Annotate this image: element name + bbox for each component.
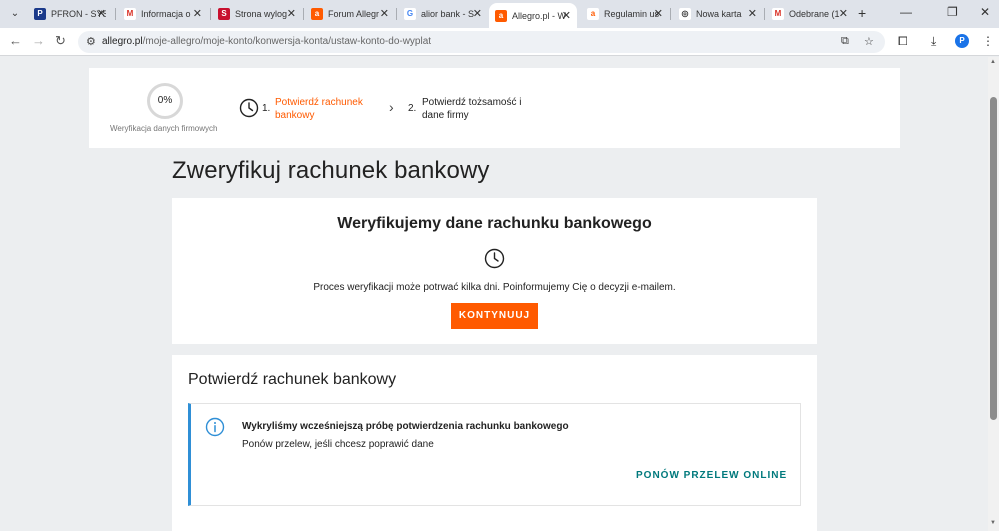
close-icon[interactable]: ✕: [562, 9, 571, 22]
progress-ring: 0%: [147, 83, 183, 119]
step-2-number: 2.: [408, 103, 417, 114]
tab-forum-allegro[interactable]: a Forum Allegr ✕: [305, 3, 395, 25]
step-2-label: Potwierdź tożsamość i dane firmy: [422, 97, 522, 121]
progress-label: Weryfikacja danych firmowych: [110, 124, 218, 133]
info-alert: Wykryliśmy wcześniejszą próbę potwierdze…: [188, 403, 801, 506]
verification-description: Proces weryfikacji może potrwać kilka dn…: [313, 282, 676, 293]
page-scrollbar[interactable]: ▲ ▼: [988, 57, 999, 531]
tab-regulamin[interactable]: a Regulamin us ✕: [581, 3, 669, 25]
page-content: 0% Weryfikacja danych firmowych 1. Potwi…: [0, 57, 988, 531]
verification-heading: Weryfikujemy dane rachunku bankowego: [337, 215, 652, 232]
window-close-icon[interactable]: ✕: [980, 5, 990, 19]
close-icon[interactable]: ✕: [748, 7, 757, 20]
step-1-label: Potwierdź rachunek bankowy: [275, 97, 363, 121]
google-icon: G: [404, 8, 416, 20]
close-icon[interactable]: ✕: [839, 7, 848, 20]
step-1-number: 1.: [262, 103, 271, 114]
extensions-puzzle-icon[interactable]: ⧠: [898, 34, 908, 49]
reload-icon[interactable]: ↻: [55, 33, 66, 49]
chevron-right-icon: ›: [389, 99, 394, 115]
restore-icon[interactable]: ❐: [947, 5, 958, 19]
new-tab-plus-icon[interactable]: +: [858, 5, 866, 21]
tab-gmail-odebrane[interactable]: M Odebrane (1 ✕: [766, 3, 854, 25]
tab-strip: ⌄ P PFRON - SYS ✕ M Informacja o ✕ S Str…: [0, 0, 999, 28]
url-text[interactable]: allegro.pl/moje-allegro/moje-konto/konwe…: [102, 36, 431, 47]
verification-status-card: Weryfikujemy dane rachunku bankowego Pro…: [172, 198, 817, 344]
close-icon[interactable]: ✕: [473, 7, 482, 20]
site-info-icon[interactable]: ⚙: [86, 35, 96, 48]
address-bar[interactable]: ⚙ allegro.pl/moje-allegro/moje-konto/kon…: [78, 31, 885, 53]
alert-title: Wykryliśmy wcześniejszą próbę potwierdze…: [242, 421, 569, 432]
continue-button[interactable]: KONTYNUUJ: [451, 303, 538, 329]
info-icon: [205, 417, 225, 437]
clock-icon: [484, 248, 505, 269]
profile-avatar[interactable]: P: [955, 34, 969, 48]
download-icon[interactable]: ⤓: [931, 34, 936, 49]
progress-percent: 0%: [157, 95, 173, 106]
back-arrow-icon[interactable]: ←: [9, 33, 22, 48]
tab-search-chevron-icon[interactable]: ⌄: [6, 5, 24, 23]
install-app-icon[interactable]: ⧉: [841, 35, 849, 48]
browser-toolbar: ← → ↻ ⚙ allegro.pl/moje-allegro/moje-kon…: [0, 28, 999, 56]
bank-favicon-icon: S: [218, 8, 230, 20]
tab-strona-wylogowania[interactable]: S Strona wylog ✕: [212, 3, 302, 25]
steps-progress-card: 0% Weryfikacja danych firmowych 1. Potwi…: [89, 68, 900, 148]
confirm-section-title: Potwierdź rachunek bankowy: [188, 371, 397, 388]
tab-allegro-active[interactable]: a Allegro.pl - W ✕: [489, 3, 577, 28]
close-icon[interactable]: ✕: [287, 7, 296, 20]
scroll-down-arrow-icon[interactable]: ▼: [990, 520, 996, 526]
close-icon[interactable]: ✕: [97, 7, 106, 20]
clock-icon: [239, 98, 259, 118]
minimize-icon[interactable]: —: [900, 5, 912, 19]
tab-alior-search[interactable]: G alior bank - S ✕: [398, 3, 488, 25]
scrollbar-thumb[interactable]: [990, 97, 997, 420]
tab-nowa-karta[interactable]: ◎ Nowa karta ✕: [673, 3, 763, 25]
gmail-icon: M: [772, 8, 784, 20]
chrome-icon: ◎: [679, 8, 691, 20]
close-icon[interactable]: ✕: [380, 7, 389, 20]
tab-gmail-informacja[interactable]: M Informacja o ✕: [118, 3, 208, 25]
scroll-up-arrow-icon[interactable]: ▲: [990, 59, 996, 65]
url-host: allegro.pl: [102, 36, 143, 47]
more-menu-icon[interactable]: ⋮: [982, 34, 994, 48]
forward-arrow-icon[interactable]: →: [32, 33, 45, 48]
allegro-favicon-icon: a: [587, 8, 599, 20]
page-title: Zweryfikuj rachunek bankowy: [172, 157, 490, 184]
allegro-favicon-icon: a: [311, 8, 323, 20]
tab-pfron[interactable]: P PFRON - SYS ✕: [28, 3, 112, 25]
bookmark-star-icon[interactable]: ☆: [864, 35, 874, 48]
url-path: /moje-allegro/moje-konto/konwersja-konta…: [142, 36, 432, 47]
gmail-icon: M: [124, 8, 136, 20]
close-icon[interactable]: ✕: [654, 7, 663, 20]
pfron-favicon-icon: P: [34, 8, 46, 20]
allegro-favicon-icon: a: [495, 9, 507, 22]
retry-transfer-link[interactable]: PONÓW PRZELEW ONLINE: [636, 470, 787, 481]
confirm-bank-account-card: Potwierdź rachunek bankowy Wykryliśmy wc…: [172, 355, 817, 531]
alert-description: Ponów przelew, jeśli chcesz poprawić dan…: [242, 439, 434, 450]
close-icon[interactable]: ✕: [193, 7, 202, 20]
